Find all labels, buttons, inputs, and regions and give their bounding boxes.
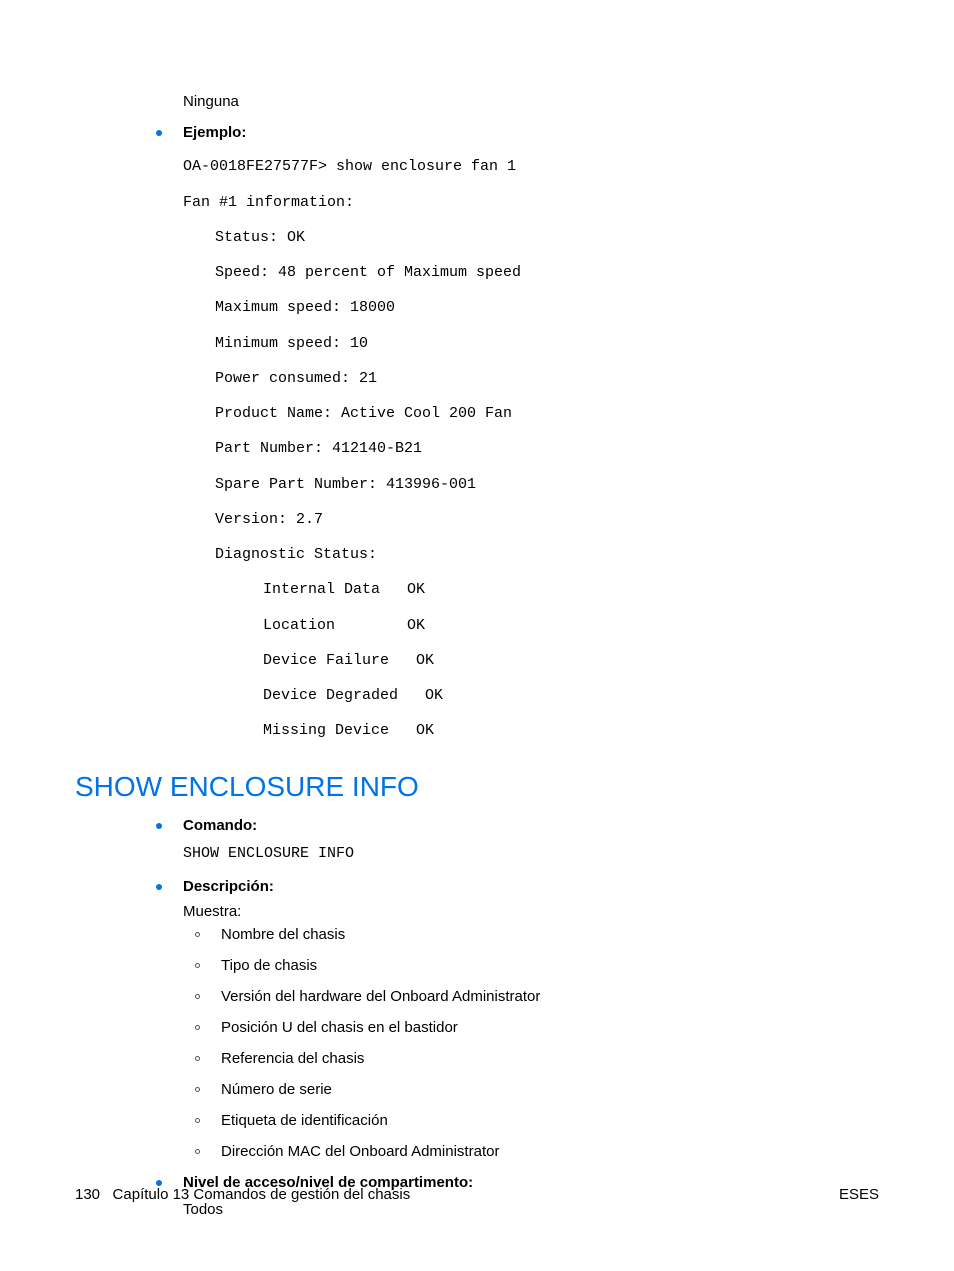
nivel-value: Todos (183, 1201, 879, 1218)
ring-icon (195, 994, 200, 999)
code-line: Diagnostic Status: (183, 537, 879, 572)
list-item: Referencia del chasis (221, 1050, 879, 1067)
descripcion-bullet: Descripción: (183, 878, 879, 895)
code-line: Location OK (183, 608, 879, 643)
code-line: Spare Part Number: 413996-001 (183, 467, 879, 502)
code-line: Status: OK (183, 220, 879, 255)
list-item-text: Etiqueta de identificación (221, 1112, 388, 1129)
code-line: Version: 2.7 (183, 502, 879, 537)
footer-left: 130 Capítulo 13 Comandos de gestión del … (75, 1186, 410, 1203)
page-number: 130 (75, 1186, 100, 1203)
code-line: Internal Data OK (183, 572, 879, 607)
ring-icon (195, 932, 200, 937)
page-footer: 130 Capítulo 13 Comandos de gestión del … (0, 1186, 954, 1203)
list-item-text: Dirección MAC del Onboard Administrator (221, 1143, 499, 1160)
list-item-text: Versión del hardware del Onboard Adminis… (221, 988, 540, 1005)
ring-icon (195, 1149, 200, 1154)
bullet-icon (156, 1180, 162, 1186)
comando-label: Comando: (183, 817, 257, 834)
code-line: Fan #1 information: (183, 185, 879, 220)
bullet-icon (156, 130, 162, 136)
list-item-text: Posición U del chasis en el bastidor (221, 1019, 458, 1036)
ejemplo-label: Ejemplo: (183, 124, 246, 141)
code-line: Minimum speed: 10 (183, 326, 879, 361)
list-item-text: Tipo de chasis (221, 957, 317, 974)
list-item: Tipo de chasis (221, 957, 879, 974)
ring-icon (195, 1118, 200, 1123)
list-item: Número de serie (221, 1081, 879, 1098)
code-line: Maximum speed: 18000 (183, 290, 879, 325)
ring-icon (195, 1056, 200, 1061)
descripcion-label: Descripción: (183, 878, 274, 895)
list-item: Dirección MAC del Onboard Administrator (221, 1143, 879, 1160)
comando-bullet: Comando: (183, 817, 879, 834)
ring-icon (195, 963, 200, 968)
code-line: Device Failure OK (183, 643, 879, 678)
list-item: Posición U del chasis en el bastidor (221, 1019, 879, 1036)
description-list: Nombre del chasis Tipo de chasis Versión… (221, 926, 879, 1160)
code-line: Part Number: 412140-B21 (183, 431, 879, 466)
code-line: Product Name: Active Cool 200 Fan (183, 396, 879, 431)
footer-chapter: Capítulo 13 Comandos de gestión del chas… (113, 1186, 411, 1203)
ring-icon (195, 1025, 200, 1030)
list-item-text: Nombre del chasis (221, 926, 345, 943)
list-item: Versión del hardware del Onboard Adminis… (221, 988, 879, 1005)
code-line: Speed: 48 percent of Maximum speed (183, 255, 879, 290)
list-item: Etiqueta de identificación (221, 1112, 879, 1129)
bullet-icon (156, 884, 162, 890)
code-line: Device Degraded OK (183, 678, 879, 713)
ejemplo-bullet: Ejemplo: (183, 124, 879, 141)
code-line: OA-0018FE27577F> show enclosure fan 1 (183, 149, 879, 184)
descripcion-intro: Muestra: (183, 903, 879, 920)
footer-right: ESES (839, 1186, 879, 1203)
page-content: Ninguna Ejemplo: OA-0018FE27577F> show e… (0, 0, 954, 1218)
list-item: Nombre del chasis (221, 926, 879, 943)
top-text: Ninguna (183, 92, 879, 112)
section-title: SHOW ENCLOSURE INFO (75, 771, 879, 803)
list-item-text: Referencia del chasis (221, 1050, 364, 1067)
list-item-text: Número de serie (221, 1081, 332, 1098)
code-line: Power consumed: 21 (183, 361, 879, 396)
bullet-icon (156, 823, 162, 829)
ring-icon (195, 1087, 200, 1092)
code-line: Missing Device OK (183, 713, 879, 748)
comando-value: SHOW ENCLOSURE INFO (183, 842, 879, 866)
